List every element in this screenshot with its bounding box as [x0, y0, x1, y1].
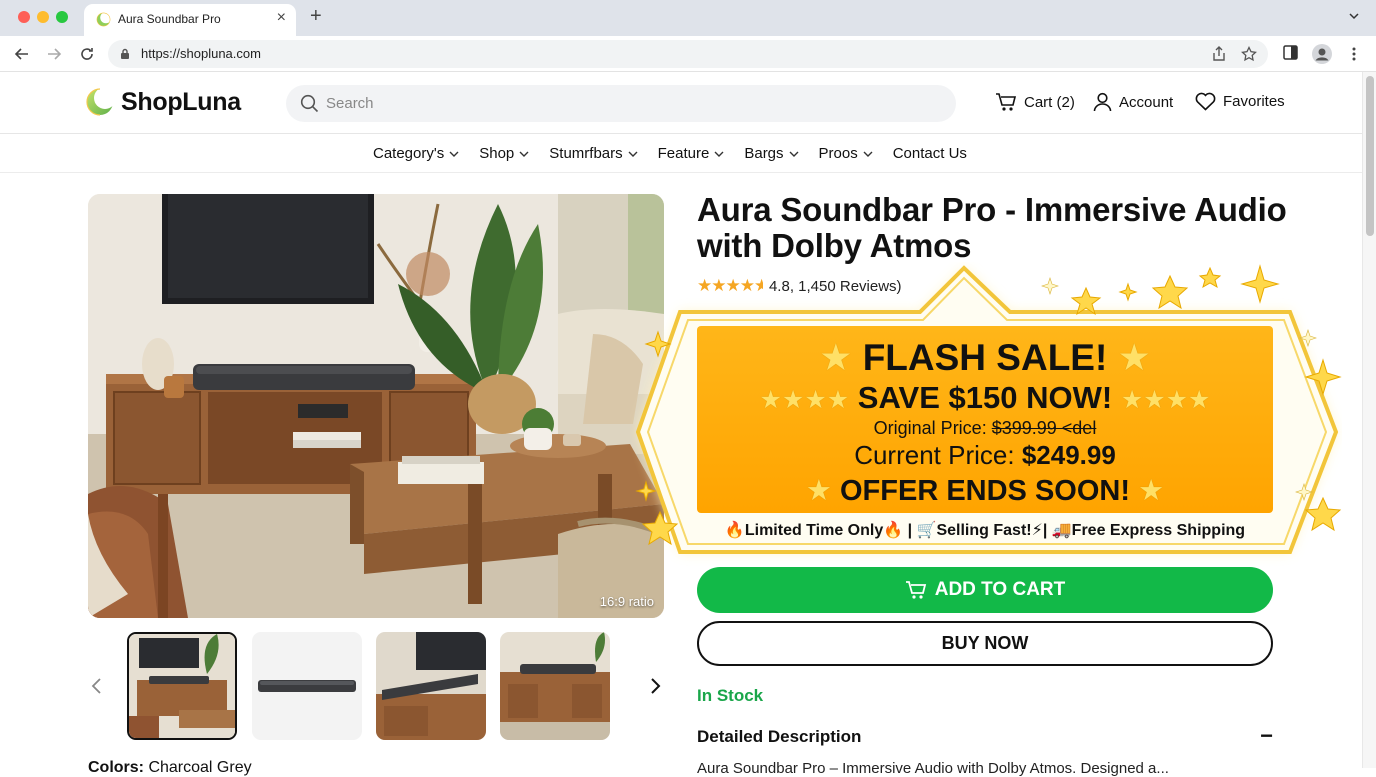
back-arrow-icon[interactable]	[13, 45, 31, 63]
account-icon	[1093, 92, 1112, 112]
tab-list-chevron-icon[interactable]	[1348, 10, 1360, 22]
nav-item-bargs[interactable]: Bargs	[744, 145, 799, 162]
add-to-cart-button[interactable]: ADD TO CART	[697, 567, 1273, 613]
search-input[interactable]	[326, 85, 926, 122]
chevron-right-icon[interactable]	[648, 676, 662, 696]
nav-item-soundbars[interactable]: Stumrfbars	[549, 145, 638, 162]
collapse-minus-icon[interactable]: −	[1260, 723, 1273, 749]
thumbnail-1[interactable]	[127, 632, 237, 740]
thumbnail-3[interactable]	[376, 632, 486, 740]
cart-label: Cart (2)	[1024, 93, 1075, 111]
star-icon: ★	[805, 475, 832, 507]
flash-sale-banner[interactable]: ★ FLASH SALE! ★ ★★★★ SAVE $150 NOW! ★★★★…	[697, 326, 1273, 513]
reload-icon[interactable]	[78, 45, 96, 63]
stars-icon: ★★★★	[1120, 386, 1211, 414]
nav-item-shop[interactable]: Shop	[479, 145, 529, 162]
promo-badges: 🔥Limited Time Only🔥 | 🛒Selling Fast!⚡| 🚚…	[724, 522, 1246, 539]
new-tab-icon[interactable]: +	[310, 5, 322, 28]
shopluna-favicon-icon	[96, 12, 111, 27]
chevron-down-icon	[519, 151, 529, 157]
sale-headline: ★ FLASH SALE! ★	[819, 337, 1151, 378]
thumbnail-2[interactable]	[252, 632, 362, 740]
description-accordion-header[interactable]: Detailed Description −	[697, 723, 1273, 748]
forward-arrow-icon[interactable]	[45, 45, 63, 63]
truck-icon: 🚚	[1051, 522, 1072, 539]
close-window-button[interactable]	[18, 11, 30, 23]
url-field[interactable]: https://shopluna.com	[108, 40, 1268, 68]
browser-tab[interactable]: Aura Soundbar Pro ×	[84, 4, 296, 36]
nav-item-proos[interactable]: Proos	[819, 145, 873, 162]
offer-ends-line: ★ OFFER ENDS SOON! ★	[805, 475, 1165, 507]
star-icon: ★	[1138, 475, 1165, 507]
original-price-line: Original Price: $399.99 <del	[873, 418, 1097, 438]
star-icon: ★	[1117, 337, 1151, 378]
side-panel-icon[interactable]	[1283, 45, 1298, 60]
nav-item-contact[interactable]: Contact Us	[893, 145, 967, 162]
page-scrollbar[interactable]	[1362, 72, 1376, 768]
url-text: https://shopluna.com	[141, 46, 261, 61]
bookmark-star-icon[interactable]	[1241, 46, 1257, 62]
maximize-window-button[interactable]	[56, 11, 68, 23]
scroll-thumb[interactable]	[1366, 76, 1374, 236]
account-link[interactable]: Account	[1093, 92, 1173, 112]
cart-icon	[905, 581, 926, 599]
chevron-down-icon	[628, 151, 638, 157]
star-icon: ★	[819, 337, 853, 378]
tab-close-icon[interactable]: ×	[277, 9, 286, 27]
browser-menu-icon[interactable]	[1350, 45, 1358, 63]
favorites-label: Favorites	[1223, 93, 1285, 110]
image-ratio-label: 16:9 ratio	[599, 594, 654, 609]
color-selector-label: Colors: Charcoal Grey	[88, 759, 252, 776]
buy-now-button[interactable]: BUY NOW	[697, 621, 1273, 666]
heart-icon	[1195, 92, 1216, 111]
shopluna-logo-icon[interactable]	[86, 88, 114, 116]
product-main-image[interactable]: 16:9 ratio	[88, 194, 664, 618]
nav-item-categories[interactable]: Category's	[373, 145, 459, 162]
tab-title: Aura Soundbar Pro	[118, 12, 221, 26]
lightning-icon: ⚡	[1031, 522, 1043, 539]
search-icon	[300, 94, 319, 113]
browser-tabbar: Aura Soundbar Pro × +	[0, 0, 1376, 36]
fire-icon: 🔥	[883, 522, 904, 539]
nav-item-feature[interactable]: Feature	[658, 145, 725, 162]
living-room-scene	[88, 194, 664, 618]
chevron-down-icon	[789, 151, 799, 157]
thumbnail-strip	[88, 632, 668, 740]
address-bar-row: https://shopluna.com	[0, 36, 1376, 72]
chevron-down-icon	[449, 151, 459, 157]
cart-icon	[996, 93, 1017, 111]
minimize-window-button[interactable]	[37, 11, 49, 23]
lock-icon	[121, 48, 129, 59]
chevron-left-icon[interactable]	[90, 676, 104, 696]
cart-link[interactable]: Cart (2)	[995, 92, 1075, 112]
cart-icon: 🛒	[916, 522, 937, 539]
chevron-down-icon	[714, 151, 724, 157]
product-title: Aura Soundbar Pro - Immersive Audio with…	[697, 191, 1287, 264]
site-header: ShopLuna Cart (2) Account Favorites	[0, 72, 1362, 134]
share-icon[interactable]	[1212, 46, 1226, 62]
fire-icon: 🔥	[724, 522, 745, 539]
favorites-link[interactable]: Favorites	[1195, 92, 1285, 111]
search-bar[interactable]	[286, 85, 956, 122]
profile-avatar-icon[interactable]	[1312, 44, 1332, 64]
chevron-down-icon	[863, 151, 873, 157]
stars-icon: ★★★★	[759, 386, 850, 414]
sale-save-line: ★★★★ SAVE $150 NOW! ★★★★	[759, 380, 1211, 415]
category-nav: Category's Shop Stumrfbars Feature Bargs…	[0, 135, 1362, 173]
thumbnail-4[interactable]	[500, 632, 610, 740]
description-text: Aura Soundbar Pro – Immersive Audio with…	[697, 760, 1169, 777]
current-price-line: Current Price: $249.99	[854, 440, 1116, 470]
logo-text[interactable]: ShopLuna	[121, 88, 241, 117]
stock-status: In Stock	[697, 686, 764, 705]
account-label: Account	[1119, 93, 1174, 111]
